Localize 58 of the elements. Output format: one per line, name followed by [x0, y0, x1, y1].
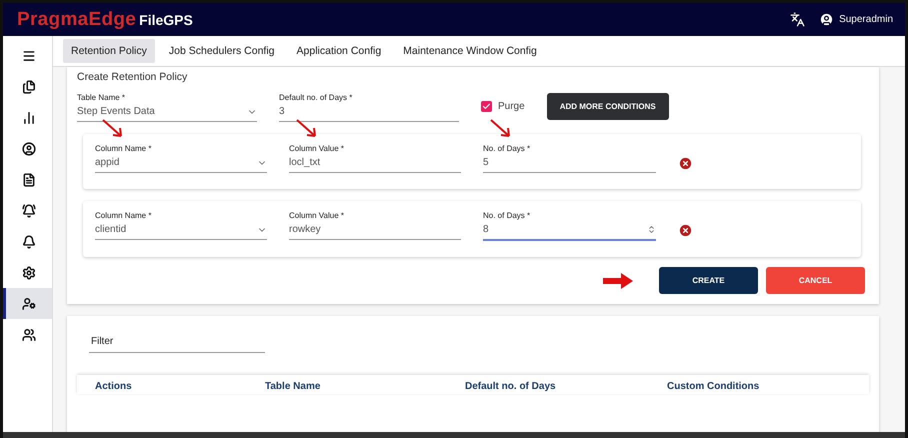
input-field[interactable]: Column Value * locl_txt [289, 144, 461, 173]
cancel-button[interactable]: CANCEL [766, 267, 865, 294]
bell-alert-icon [22, 204, 36, 218]
form-title: Create Retention Policy [77, 71, 188, 83]
user-menu[interactable]: Superadmin [819, 12, 893, 27]
tab[interactable]: Job Schedulers Config [160, 39, 283, 63]
select-field[interactable]: Column Name * appid [95, 144, 267, 173]
field-value: 8 [483, 224, 489, 235]
user-gear-icon [22, 296, 36, 310]
bar-chart-icon [22, 110, 36, 124]
field-label: Column Value * [289, 211, 345, 220]
product-name: FileGPS [139, 12, 193, 28]
sidebar-item[interactable] [3, 288, 52, 319]
field-label: No. of Days * [483, 144, 532, 153]
field-label: Column Value * [289, 144, 345, 153]
menu-icon [22, 48, 36, 62]
input-field[interactable]: No. of Days * 5 [483, 144, 656, 173]
remove-condition-icon[interactable] [678, 223, 693, 238]
tab[interactable]: Retention Policy [63, 39, 155, 63]
field-value: 3 [279, 106, 285, 117]
remove-condition-icon[interactable] [678, 156, 693, 171]
user-circle-icon [22, 142, 36, 156]
field-value: clientid [95, 224, 126, 235]
input-field[interactable]: No. of Days * 8 [483, 211, 656, 241]
column-header: Actions [95, 381, 133, 392]
add-conditions-button[interactable]: ADD MORE CONDITIONS [546, 93, 669, 120]
field-label: Column Name * [95, 211, 152, 220]
translate-icon[interactable] [790, 12, 806, 27]
field-value: locl_txt [289, 157, 320, 168]
field-label: No. of Days * [483, 211, 532, 220]
tab[interactable]: Maintenance Window Config [395, 39, 545, 63]
checkbox-label: Purge [498, 101, 525, 112]
purge-checkbox[interactable] [481, 101, 492, 112]
input-field[interactable]: Default no. of Days * 3 [279, 93, 459, 122]
users-icon [22, 328, 36, 342]
input-field[interactable]: Column Value * rowkey [289, 211, 461, 240]
tab[interactable]: Application Config [288, 39, 390, 63]
column-header: Custom Conditions [667, 381, 760, 392]
select-field[interactable]: Column Name * clientid [95, 211, 267, 240]
column-header: Default no. of Days [465, 381, 557, 392]
field-value: appid [95, 157, 120, 168]
field-label: Default no. of Days * [279, 93, 354, 102]
field-label: Table Name * [77, 93, 126, 102]
spinner-icon [647, 225, 656, 234]
user-avatar-icon [819, 12, 834, 27]
files-icon [22, 80, 36, 94]
field-label: Column Name * [95, 144, 152, 153]
document-icon [22, 172, 36, 186]
field-value: 5 [483, 157, 489, 168]
field-value: rowkey [289, 224, 321, 235]
bell-icon [22, 234, 36, 248]
field-value: Step Events Data [77, 106, 155, 117]
settings-icon [22, 266, 36, 280]
create-button[interactable]: CREATE [659, 267, 758, 294]
column-header: Table Name [265, 381, 322, 392]
select-field[interactable]: Table Name * Step Events Data [77, 93, 257, 122]
brand-name: PragmaEdge [17, 8, 136, 30]
filter-field[interactable]: Filter [89, 336, 265, 353]
